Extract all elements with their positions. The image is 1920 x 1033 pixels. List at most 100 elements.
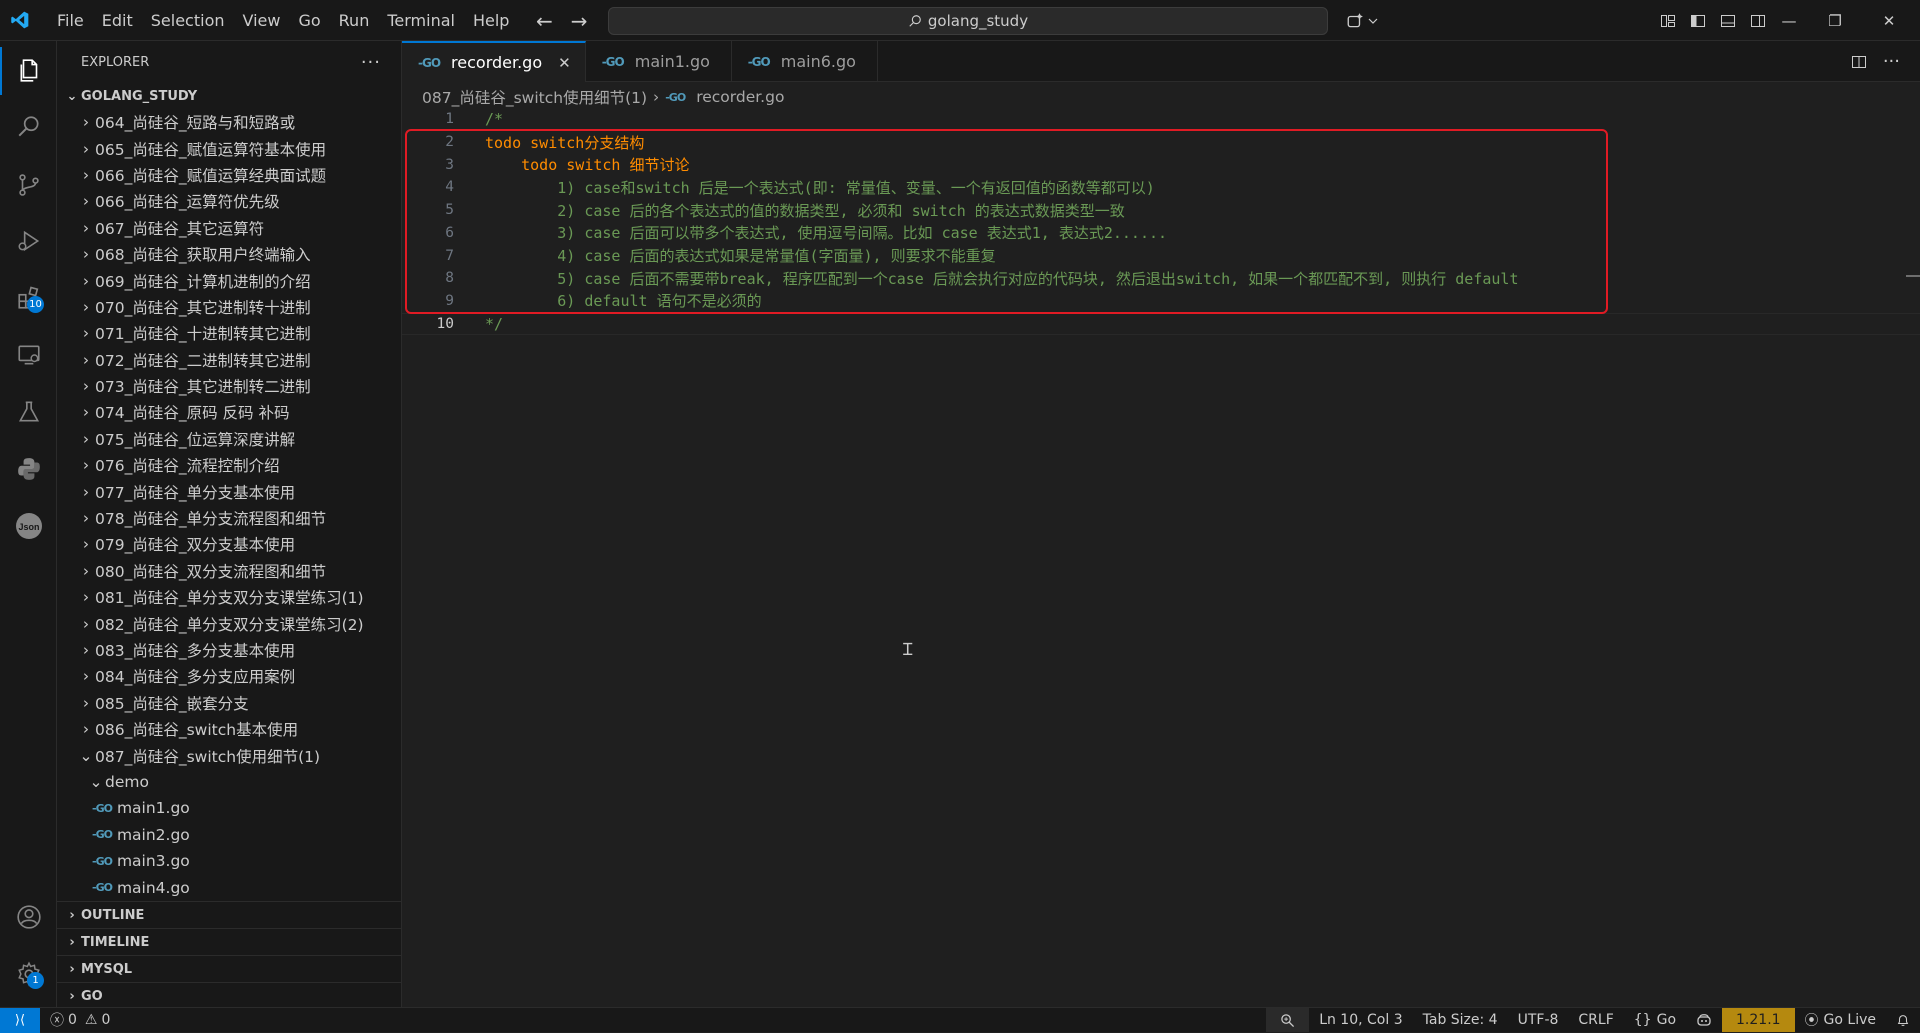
tree-folder[interactable]: › 066_尚硅谷_运算符优先级 <box>57 188 401 214</box>
vscode-logo-icon <box>0 0 40 41</box>
tree-folder[interactable]: › 077_尚硅谷_单分支基本使用 <box>57 478 401 504</box>
settings-gear-icon[interactable]: 1 <box>0 950 57 998</box>
tree-folder[interactable]: › 078_尚硅谷_单分支流程图和细节 <box>57 505 401 531</box>
python-icon[interactable] <box>0 445 57 493</box>
tree-folder[interactable]: › 065_尚硅谷_赋值运算符基本使用 <box>57 135 401 161</box>
tree-folder[interactable]: › 081_尚硅谷_单分支双分支课堂练习(1) <box>57 584 401 610</box>
tab-main1-go[interactable]: -GO main1.go <box>586 41 732 82</box>
restore-icon[interactable]: ❐ <box>1812 0 1858 41</box>
tree-folder[interactable]: › 064_尚硅谷_短路与和短路或 <box>57 109 401 135</box>
chevron-right-icon: › <box>82 561 90 580</box>
chevron-right-icon: › <box>82 271 90 290</box>
tree-folder[interactable]: › 067_尚硅谷_其它运算符 <box>57 215 401 241</box>
panel-label: GO <box>81 988 103 1004</box>
zoom-icon[interactable] <box>1266 1008 1310 1032</box>
menu-help[interactable]: Help <box>464 0 518 41</box>
accounts-icon[interactable] <box>0 893 57 941</box>
close-icon[interactable]: ✕ <box>558 54 571 72</box>
breadcrumb-file[interactable]: recorder.go <box>696 88 784 106</box>
panel-mysql[interactable]: › MYSQL <box>57 955 401 982</box>
tree-folder[interactable]: › 085_尚硅谷_嵌套分支 <box>57 690 401 716</box>
workspace-root[interactable]: ⌄ GOLANG_STUDY <box>57 84 401 109</box>
go-live-button[interactable]: ⦿ Go Live <box>1795 1008 1886 1032</box>
tree-folder[interactable]: › 070_尚硅谷_其它进制转十进制 <box>57 294 401 320</box>
folder-label: 079_尚硅谷_双分支基本使用 <box>95 536 296 555</box>
tree-folder[interactable]: › 084_尚硅谷_多分支应用案例 <box>57 663 401 689</box>
source-control-icon[interactable] <box>0 161 57 209</box>
toggle-panel-icon[interactable] <box>1720 13 1736 29</box>
status-bar: ⟩⟨ ⓧ 0 ⚠ 0 Ln 10, Col 3 Tab Size: 4 UTF-… <box>0 1007 1920 1033</box>
command-center-text: golang_study <box>927 12 1029 30</box>
menu-go[interactable]: Go <box>289 0 329 41</box>
tree-subfolder-demo[interactable]: ⌄ demo <box>57 769 401 795</box>
folder-label: 070_尚硅谷_其它进制转十进制 <box>95 298 311 317</box>
back-arrow-icon[interactable]: ← <box>536 9 553 33</box>
menu-run[interactable]: Run <box>330 0 379 41</box>
close-window-icon[interactable]: ✕ <box>1858 0 1920 41</box>
tree-file[interactable]: -GO main1.go <box>57 795 401 821</box>
tree-folder[interactable]: › 069_尚硅谷_计算机进制的介绍 <box>57 267 401 293</box>
tree-folder[interactable]: › 074_尚硅谷_原码 反码 补码 <box>57 399 401 425</box>
code-line[interactable]: 10 */ <box>402 312 1920 335</box>
panel-timeline[interactable]: › TIMELINE <box>57 928 401 955</box>
tree-folder[interactable]: › 072_尚硅谷_二进制转其它进制 <box>57 347 401 373</box>
folder-label: 076_尚硅谷_流程控制介绍 <box>95 457 280 476</box>
command-center-search[interactable]: golang_study <box>608 7 1328 35</box>
file-encoding[interactable]: UTF-8 <box>1508 1008 1569 1032</box>
copilot-button[interactable] <box>1346 0 1378 41</box>
search-sidebar-icon[interactable] <box>0 103 57 151</box>
tree-folder[interactable]: › 083_尚硅谷_多分支基本使用 <box>57 637 401 663</box>
folder-label: 078_尚硅谷_单分支流程图和细节 <box>95 510 327 529</box>
notifications-bell-icon[interactable] <box>1886 1008 1920 1032</box>
run-debug-icon[interactable] <box>0 217 57 265</box>
breadcrumb-folder[interactable]: 087_尚硅谷_switch使用细节(1) <box>422 86 647 108</box>
go-file-icon: -GO <box>92 881 113 895</box>
copilot-status-icon[interactable] <box>1686 1008 1722 1032</box>
more-actions-icon[interactable]: ··· <box>361 52 381 73</box>
tree-file[interactable]: -GO main3.go <box>57 848 401 874</box>
tree-folder[interactable]: › 080_尚硅谷_双分支流程图和细节 <box>57 558 401 584</box>
tree-folder[interactable]: › 076_尚硅谷_流程控制介绍 <box>57 452 401 478</box>
minimize-icon[interactable]: — <box>1766 0 1812 41</box>
menu-selection[interactable]: Selection <box>142 0 234 41</box>
explorer-icon[interactable] <box>0 47 57 95</box>
code-line[interactable]: 1 /* <box>402 108 1920 131</box>
tab-size[interactable]: Tab Size: 4 <box>1413 1008 1508 1032</box>
toggle-secondary-sidebar-icon[interactable] <box>1750 13 1766 29</box>
tree-folder[interactable]: › 082_尚硅谷_单分支双分支课堂练习(2) <box>57 610 401 636</box>
remote-indicator-icon[interactable]: ⟩⟨ <box>0 1007 40 1033</box>
language-mode[interactable]: {} Go <box>1624 1008 1686 1032</box>
tab-recorder-go[interactable]: -GO recorder.go ✕ <box>402 41 586 82</box>
folder-label: 080_尚硅谷_双分支流程图和细节 <box>95 562 327 581</box>
menu-view[interactable]: View <box>234 0 290 41</box>
customize-layout-icon[interactable] <box>1660 13 1676 29</box>
tree-folder[interactable]: › 073_尚硅谷_其它进制转二进制 <box>57 373 401 399</box>
tree-file[interactable]: -GO main2.go <box>57 822 401 848</box>
tree-file[interactable]: -GO main4.go <box>57 874 401 900</box>
tree-folder[interactable]: › 075_尚硅谷_位运算深度讲解 <box>57 426 401 452</box>
more-actions-icon[interactable]: ··· <box>1883 51 1900 72</box>
testing-flask-icon[interactable] <box>0 388 57 436</box>
menu-file[interactable]: File <box>48 0 93 41</box>
problems-indicator[interactable]: ⓧ 0 ⚠ 0 <box>40 1010 110 1030</box>
go-version[interactable]: 1.21.1 <box>1722 1008 1795 1032</box>
tree-folder[interactable]: › 086_尚硅谷_switch基本使用 <box>57 716 401 742</box>
tree-folder[interactable]: › 071_尚硅谷_十进制转其它进制 <box>57 320 401 346</box>
tree-folder[interactable]: › 068_尚硅谷_获取用户终端输入 <box>57 241 401 267</box>
panel-go[interactable]: › GO <box>57 982 401 1007</box>
cursor-position[interactable]: Ln 10, Col 3 <box>1309 1008 1412 1032</box>
remote-explorer-icon[interactable] <box>0 331 57 379</box>
toggle-primary-sidebar-icon[interactable] <box>1690 13 1706 29</box>
split-editor-icon[interactable] <box>1851 54 1867 70</box>
end-of-line[interactable]: CRLF <box>1568 1008 1623 1032</box>
menu-edit[interactable]: Edit <box>93 0 142 41</box>
forward-arrow-icon[interactable]: → <box>571 9 588 33</box>
tree-folder[interactable]: › 066_尚硅谷_赋值运算经典面试题 <box>57 162 401 188</box>
tab-main6-go[interactable]: -GO main6.go <box>732 41 878 82</box>
json-icon[interactable]: Json <box>0 502 57 550</box>
menu-terminal[interactable]: Terminal <box>378 0 464 41</box>
panel-outline[interactable]: › OUTLINE <box>57 901 401 928</box>
tree-folder-open[interactable]: ⌄ 087_尚硅谷_switch使用细节(1) <box>57 742 401 768</box>
extensions-icon[interactable]: 10 <box>0 274 57 322</box>
tree-folder[interactable]: › 079_尚硅谷_双分支基本使用 <box>57 531 401 557</box>
